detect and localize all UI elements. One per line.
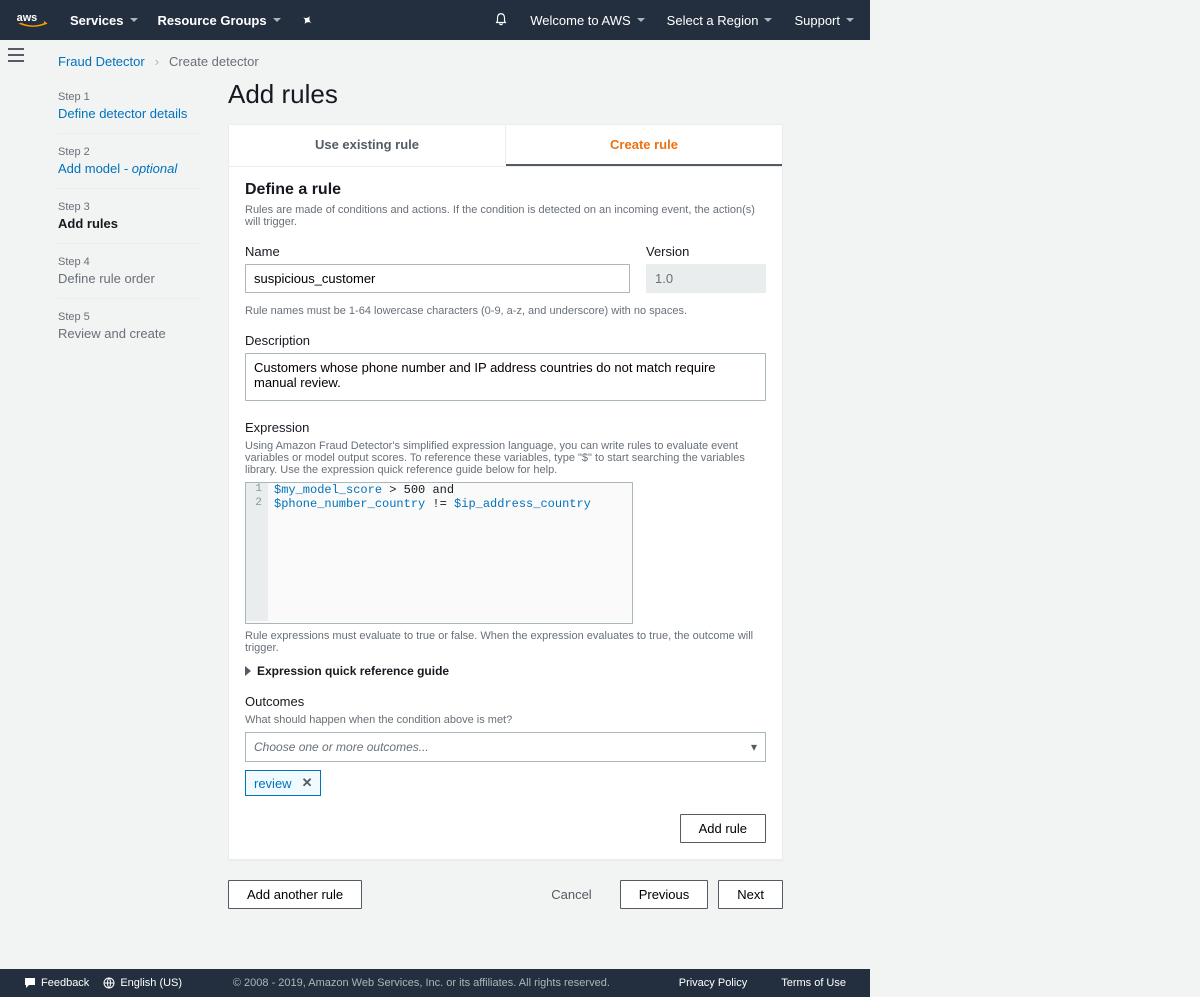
breadcrumb-root[interactable]: Fraud Detector — [58, 54, 145, 69]
nav-region[interactable]: Select a Region — [667, 13, 773, 28]
cancel-button[interactable]: Cancel — [533, 881, 609, 908]
nav-support-label: Support — [794, 13, 840, 28]
nav-account-label: Welcome to AWS — [530, 13, 630, 28]
nav-account[interactable]: Welcome to AWS — [530, 13, 644, 28]
nav-resource-groups-label: Resource Groups — [158, 13, 267, 28]
rule-version-input — [646, 264, 766, 293]
step-title: Define rule order — [58, 271, 202, 286]
rule-description-input[interactable] — [245, 353, 766, 401]
hamburger-icon — [8, 48, 24, 62]
outcome-chip-review: review ✕ — [245, 770, 321, 796]
version-label: Version — [646, 244, 766, 259]
wizard-footer: Add another rule Cancel Previous Next — [228, 880, 783, 909]
nav-resource-groups[interactable]: Resource Groups — [158, 13, 281, 28]
chip-label: review — [254, 776, 292, 791]
expression-label: Expression — [245, 420, 766, 435]
notifications-button[interactable] — [494, 12, 508, 29]
expression-reference-expander[interactable]: Expression quick reference guide — [245, 664, 766, 678]
step-label: Step 4 — [58, 256, 202, 268]
speech-bubble-icon — [24, 977, 36, 989]
step-title-text: Add model — [58, 161, 120, 176]
line-number: 1 — [246, 483, 268, 497]
language-label: English (US) — [120, 977, 182, 989]
terms-link[interactable]: Terms of Use — [781, 977, 846, 989]
wizard-step-1[interactable]: Step 1 Define detector details — [58, 79, 202, 133]
breadcrumb-current: Create detector — [169, 54, 259, 69]
svg-text:aws: aws — [17, 12, 38, 24]
step-label: Step 2 — [58, 146, 202, 158]
code-line-2: $phone_number_country != $ip_address_cou… — [268, 497, 591, 511]
global-footer: Feedback English (US) © 2008 - 2019, Ama… — [0, 969, 870, 997]
nav-support[interactable]: Support — [794, 13, 854, 28]
chevron-right-icon: › — [155, 54, 159, 69]
step-label: Step 5 — [58, 311, 202, 323]
section-heading: Define a rule — [245, 181, 766, 199]
triangle-right-icon — [245, 666, 251, 676]
chevron-down-icon — [764, 18, 772, 22]
chevron-down-icon — [637, 18, 645, 22]
feedback-label: Feedback — [41, 977, 89, 989]
name-label: Name — [245, 244, 630, 259]
sidebar-toggle[interactable] — [8, 48, 24, 65]
nav-services[interactable]: Services — [70, 13, 138, 28]
step-label: Step 3 — [58, 201, 202, 213]
aws-logo[interactable]: aws — [16, 10, 50, 30]
globe-icon — [103, 977, 115, 989]
expression-help: Using Amazon Fraud Detector's simplified… — [245, 440, 766, 476]
add-rule-button[interactable]: Add rule — [680, 814, 766, 843]
step-title: Add model - optional — [58, 161, 202, 176]
footer-legal: © 2008 - 2019, Amazon Web Services, Inc.… — [198, 977, 645, 989]
page-title: Add rules — [228, 79, 783, 110]
remove-chip-button[interactable]: ✕ — [302, 775, 313, 791]
wizard-step-2[interactable]: Step 2 Add model - optional — [58, 133, 202, 188]
expression-editor[interactable]: 1 $my_model_score > 500 and 2 $phone_num… — [245, 482, 633, 624]
line-number: 2 — [246, 497, 268, 511]
privacy-link[interactable]: Privacy Policy — [679, 977, 747, 989]
chevron-down-icon — [846, 18, 854, 22]
add-another-rule-button[interactable]: Add another rule — [228, 880, 362, 909]
chevron-down-icon — [273, 18, 281, 22]
nav-services-label: Services — [70, 13, 124, 28]
description-label: Description — [245, 333, 766, 348]
nav-region-label: Select a Region — [667, 13, 759, 28]
wizard-step-3: Step 3 Add rules — [58, 188, 202, 243]
pin-icon: ✦ — [297, 10, 316, 31]
previous-button[interactable]: Previous — [620, 880, 709, 909]
rule-panel: Use existing rule Create rule Define a r… — [228, 124, 783, 860]
chevron-down-icon — [130, 18, 138, 22]
step-title: Define detector details — [58, 106, 202, 121]
section-description: Rules are made of conditions and actions… — [245, 204, 766, 228]
expression-hint: Rule expressions must evaluate to true o… — [245, 630, 766, 654]
outcomes-select[interactable]: Choose one or more outcomes... ▾ — [245, 732, 766, 762]
tab-create-rule[interactable]: Create rule — [506, 125, 782, 166]
breadcrumb: Fraud Detector › Create detector — [0, 40, 870, 79]
step-label: Step 1 — [58, 91, 202, 103]
outcomes-placeholder: Choose one or more outcomes... — [254, 740, 429, 754]
feedback-link[interactable]: Feedback — [24, 977, 89, 989]
global-nav: aws Services Resource Groups ✦ Welcome t… — [0, 0, 870, 40]
wizard-step-4: Step 4 Define rule order — [58, 243, 202, 298]
chevron-down-icon: ▾ — [751, 740, 757, 754]
step-title: Review and create — [58, 326, 202, 341]
pin-shortcut[interactable]: ✦ — [301, 12, 313, 29]
expander-label: Expression quick reference guide — [257, 664, 449, 678]
outcomes-help: What should happen when the condition ab… — [245, 714, 766, 726]
rule-tabs: Use existing rule Create rule — [229, 125, 782, 167]
code-line-1: $my_model_score > 500 and — [268, 483, 454, 497]
step-title-optional: - optional — [120, 161, 177, 176]
wizard-step-5: Step 5 Review and create — [58, 298, 202, 353]
step-title: Add rules — [58, 216, 202, 231]
outcomes-label: Outcomes — [245, 694, 766, 709]
bell-icon — [494, 12, 508, 26]
tab-use-existing[interactable]: Use existing rule — [229, 125, 506, 166]
rule-name-input[interactable] — [245, 264, 630, 293]
wizard-steps: Step 1 Define detector details Step 2 Ad… — [30, 79, 206, 909]
name-hint: Rule names must be 1-64 lowercase charac… — [245, 305, 766, 317]
next-button[interactable]: Next — [718, 880, 783, 909]
language-selector[interactable]: English (US) — [103, 977, 182, 989]
